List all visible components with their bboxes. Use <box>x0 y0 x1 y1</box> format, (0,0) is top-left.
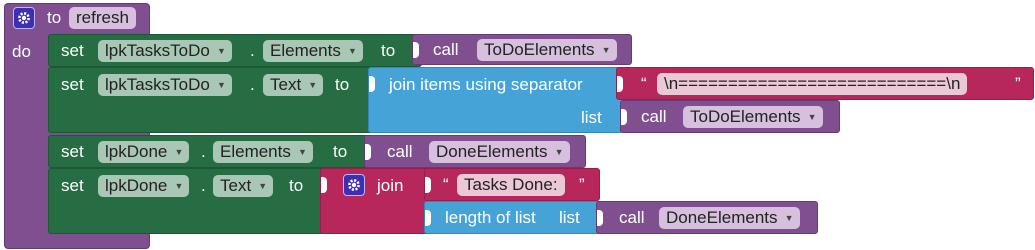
connector-notch <box>621 109 627 125</box>
length-of-list-label: length of list <box>445 208 536 227</box>
join-block[interactable]: join <box>320 168 438 234</box>
dot-separator: . <box>250 75 255 94</box>
procedure-call-dropdown[interactable]: ToDoElements ▼ <box>477 39 617 61</box>
component-label: lpkTasksToDo <box>105 75 210 94</box>
quote-close: ” <box>1015 74 1021 93</box>
quote-open: “ <box>641 74 647 93</box>
connector-notch <box>425 210 431 226</box>
join-keyword: join <box>377 176 404 195</box>
connector-notch <box>617 76 623 92</box>
procedure-call-dropdown[interactable]: DoneElements ▼ <box>429 141 570 163</box>
to-keyword: to <box>289 176 304 195</box>
component-label: lpkTasksToDo <box>105 41 210 60</box>
set-keyword: set <box>61 176 84 195</box>
dropdown-arrow-icon: ▼ <box>308 80 318 90</box>
property-label: Text <box>220 176 252 195</box>
set-keyword: set <box>61 142 84 161</box>
list-label: list <box>581 108 602 127</box>
set-lpkTasksToDo-elements-block[interactable]: set lpkTasksToDo ▼ . Elements ▼ to <box>48 34 422 67</box>
connector-notch <box>369 76 375 92</box>
dropdown-arrow-icon: ▼ <box>174 181 184 191</box>
join-with-separator-block[interactable]: join items using separator list <box>368 67 624 133</box>
to-keyword: to <box>381 41 396 60</box>
procedure-call-dropdown[interactable]: ToDoElements ▼ <box>683 106 823 128</box>
component-label: lpkDone <box>105 176 168 195</box>
connector-notch <box>425 177 431 193</box>
property-dropdown[interactable]: Text ▼ <box>263 74 324 96</box>
component-dropdown[interactable]: lpkTasksToDo ▼ <box>98 74 232 96</box>
dropdown-arrow-icon: ▼ <box>784 213 794 223</box>
dot-separator: . <box>201 176 206 195</box>
procedure-call-dropdown[interactable]: DoneElements ▼ <box>659 207 800 229</box>
set-lpkDone-text-block[interactable]: set lpkDone ▼ . Text ▼ to <box>48 168 338 234</box>
procedure-call-label: ToDoElements <box>484 40 595 59</box>
set-lpkTasksToDo-text-block[interactable]: set lpkTasksToDo ▼ . Text ▼ to <box>48 67 378 133</box>
component-dropdown[interactable]: lpkDone ▼ <box>98 175 190 197</box>
dropdown-arrow-icon: ▼ <box>216 80 226 90</box>
connector-notch <box>413 42 419 58</box>
join-gear-icon[interactable] <box>343 174 365 196</box>
dropdown-arrow-icon: ▼ <box>554 147 564 157</box>
dropdown-arrow-icon: ▼ <box>347 46 357 56</box>
component-dropdown[interactable]: lpkTasksToDo ▼ <box>98 40 232 62</box>
component-label: lpkDone <box>105 142 168 161</box>
dropdown-arrow-icon: ▼ <box>601 45 611 55</box>
set-lpkDone-elements-block[interactable]: set lpkDone ▼ . Elements ▼ to <box>48 135 378 168</box>
connector-notch <box>321 177 327 193</box>
procedure-call-label: ToDoElements <box>690 107 801 126</box>
quote-close: ” <box>579 175 585 194</box>
dropdown-arrow-icon: ▼ <box>807 112 817 122</box>
tasks-done-text-field[interactable]: Tasks Done: <box>457 174 565 196</box>
set-keyword: set <box>61 41 84 60</box>
procedure-call-label: DoneElements <box>436 142 548 161</box>
length-of-list-block[interactable]: length of list list <box>424 201 616 234</box>
call-keyword: call <box>387 142 413 161</box>
call-DoneElements-length-block[interactable]: call DoneElements ▼ <box>596 201 818 234</box>
call-keyword: call <box>433 40 459 59</box>
quote-open: “ <box>443 175 449 194</box>
property-label: Elements <box>220 142 291 161</box>
to-keyword: to <box>333 142 348 161</box>
dropdown-arrow-icon: ▼ <box>216 46 226 56</box>
separator-text-field[interactable]: \n===========================\n <box>657 73 968 95</box>
text-tasks-done-block[interactable]: “ Tasks Done: ” <box>424 168 600 201</box>
dot-separator: . <box>250 41 255 60</box>
procedure-do-keyword: do <box>12 42 31 61</box>
dropdown-arrow-icon: ▼ <box>297 147 307 157</box>
procedure-call-label: DoneElements <box>666 208 778 227</box>
property-label: Text <box>270 75 302 94</box>
dropdown-arrow-icon: ▼ <box>174 147 184 157</box>
call-DoneElements-block[interactable]: call DoneElements ▼ <box>364 135 586 168</box>
property-dropdown[interactable]: Elements ▼ <box>263 40 363 62</box>
component-dropdown[interactable]: lpkDone ▼ <box>98 141 190 163</box>
property-label: Elements <box>270 41 341 60</box>
call-ToDoElements-list-block[interactable]: call ToDoElements ▼ <box>620 100 840 133</box>
property-dropdown[interactable]: Elements ▼ <box>213 141 313 163</box>
dropdown-arrow-icon: ▼ <box>258 181 268 191</box>
separator-text-block[interactable]: “ \n===========================\n ” <box>616 67 1034 100</box>
set-keyword: set <box>61 75 84 94</box>
to-keyword: to <box>335 75 350 94</box>
join-with-separator-label: join items using separator <box>389 75 583 94</box>
procedure-header-bar <box>4 3 634 35</box>
dot-separator: . <box>201 142 206 161</box>
call-ToDoElements-block[interactable]: call ToDoElements ▼ <box>412 34 632 65</box>
connector-notch <box>597 210 603 226</box>
connector-notch <box>365 144 371 160</box>
call-keyword: call <box>619 208 645 227</box>
call-keyword: call <box>641 107 667 126</box>
list-label: list <box>559 208 580 227</box>
property-dropdown[interactable]: Text ▼ <box>213 175 274 197</box>
